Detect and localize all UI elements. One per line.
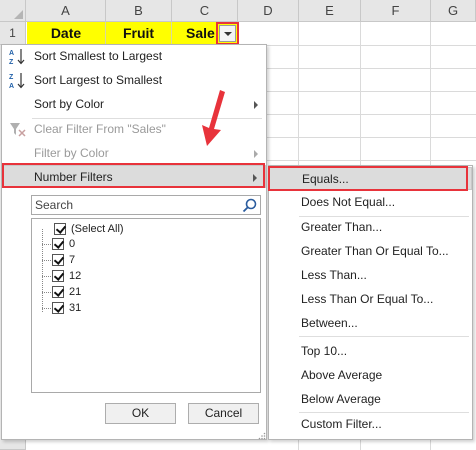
list-item-label: 0 [69,238,76,250]
row-header-1[interactable]: 1 [0,22,26,45]
submenu-item-greater-than-or-equal[interactable]: Greater Than Or Equal To... [269,240,472,263]
highlight-box [216,22,239,45]
submenu-item-custom-filter[interactable]: Custom Filter... [269,413,472,436]
submenu-arrow-icon [254,150,258,158]
checkbox[interactable] [52,302,64,314]
cell-b1[interactable]: Fruit [106,22,172,45]
tree-line [42,276,51,277]
number-filters-submenu: Equals... Does Not Equal... Greater Than… [268,165,473,440]
submenu-item-above-average[interactable]: Above Average [269,364,472,387]
submenu-item-greater-than[interactable]: Greater Than... [269,216,472,239]
list-item-label: (Select All) [71,223,124,235]
menu-separator [299,336,469,337]
column-header-e[interactable]: E [299,0,361,22]
red-arrow-icon [202,90,225,146]
submenu-item-label: Less Than... [301,268,367,282]
clear-filter-icon [10,123,26,137]
tree-line [42,260,51,261]
submenu-item-label: Less Than Or Equal To... [301,292,434,306]
submenu-item-label: Greater Than... [301,220,383,234]
cancel-button[interactable]: Cancel [188,403,259,424]
menu-item-label: Sort Largest to Smallest [34,73,163,87]
submenu-item-label: Between... [301,316,358,330]
svg-text:Z: Z [9,74,14,81]
resize-grip-icon[interactable] [258,432,266,440]
column-header-a[interactable]: A [26,0,106,22]
highlight-box [2,163,265,188]
search-icon[interactable] [242,198,257,213]
list-item-label: 7 [69,254,76,266]
checkbox[interactable] [52,286,64,298]
submenu-item-between[interactable]: Between... [269,312,472,335]
tree-line [42,308,51,309]
checkbox[interactable] [52,254,64,266]
svg-text:A: A [9,83,14,89]
svg-text:Z: Z [9,59,14,65]
column-header-f[interactable]: F [361,0,431,22]
corner-triangle-icon [14,10,23,19]
submenu-item-label: Below Average [301,392,381,406]
sort-ascending-icon: A Z [9,49,25,65]
submenu-item-label: Custom Filter... [301,417,382,431]
column-header-d[interactable]: D [238,0,299,22]
search-input[interactable]: Search [31,195,261,215]
value-list[interactable]: (Select All) 0 7 12 21 31 [31,218,261,393]
menu-item-label: Filter by Color [34,146,109,160]
submenu-item-label: Does Not Equal... [301,195,396,209]
checkbox[interactable] [52,270,64,282]
search-placeholder: Search [35,198,74,212]
list-item-label: 21 [69,286,82,298]
checkbox[interactable] [52,238,64,250]
svg-text:A: A [9,50,14,57]
menu-item-sort-ascending[interactable]: A Z Sort Smallest to Largest [2,45,266,68]
highlight-box [268,166,468,191]
menu-item-label: Sort by Color [34,97,105,111]
tree-line [42,292,51,293]
submenu-item-top-10[interactable]: Top 10... [269,340,472,363]
tree-line [42,229,43,312]
submenu-item-label: Greater Than Or Equal To... [301,244,449,258]
ok-button[interactable]: OK [105,403,176,424]
checkbox[interactable] [54,223,66,235]
column-header-g[interactable]: G [431,0,476,22]
sort-descending-icon: Z A [9,73,25,89]
submenu-item-does-not-equal[interactable]: Does Not Equal... [269,191,472,214]
submenu-item-below-average[interactable]: Below Average [269,388,472,411]
submenu-item-label: Above Average [301,368,383,382]
column-header-c[interactable]: C [172,0,238,22]
list-item-label: 31 [69,302,82,314]
submenu-arrow-icon [254,101,258,109]
select-all-corner[interactable] [0,0,26,22]
submenu-item-label: Top 10... [301,344,348,358]
tree-line [42,244,51,245]
menu-item-label: Sort Smallest to Largest [34,49,163,63]
menu-item-label: Clear Filter From "Sales" [34,122,166,136]
list-item-label: 12 [69,270,82,282]
submenu-item-less-than-or-equal[interactable]: Less Than Or Equal To... [269,288,472,311]
cell-a1[interactable]: Date [27,22,106,45]
submenu-item-less-than[interactable]: Less Than... [269,264,472,287]
column-header-b[interactable]: B [106,0,172,22]
